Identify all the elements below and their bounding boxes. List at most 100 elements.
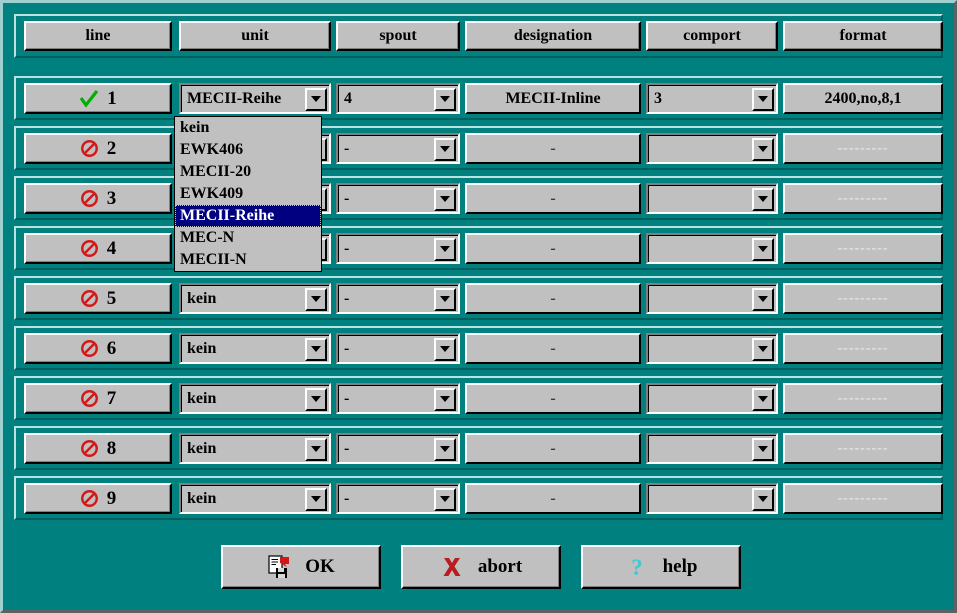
unit-dropdown-option[interactable]: MEC-N xyxy=(175,227,321,249)
format-value: --------- xyxy=(837,490,889,506)
designation-field-1[interactable]: MECII-Inline xyxy=(465,83,641,114)
abort-button[interactable]: abort xyxy=(401,545,561,589)
format-field-7[interactable]: --------- xyxy=(783,383,943,414)
format-value: --------- xyxy=(837,190,889,206)
row-toggle-button-7[interactable]: 7 xyxy=(24,383,172,414)
row-toggle-button-6[interactable]: 6 xyxy=(24,333,172,364)
unit-combobox-1[interactable]: MECII-Reihe xyxy=(179,83,331,114)
row-toggle-button-5[interactable]: 5 xyxy=(24,283,172,314)
svg-text:?: ? xyxy=(631,555,643,579)
chevron-down-icon[interactable] xyxy=(305,387,327,411)
chevron-down-icon[interactable] xyxy=(752,137,774,161)
table-header-row: line unit spout designation comport form… xyxy=(14,14,943,58)
unit-combobox-5[interactable]: kein xyxy=(179,283,331,314)
format-field-1[interactable]: 2400,no,8,1 xyxy=(783,83,943,114)
comport-combobox-7[interactable] xyxy=(646,383,778,414)
table-row: 5 kein - - --------- xyxy=(14,276,943,320)
row-toggle-button-2[interactable]: 2 xyxy=(24,133,172,164)
cross-icon xyxy=(440,555,464,579)
chevron-down-icon[interactable] xyxy=(752,187,774,211)
chevron-down-icon[interactable] xyxy=(305,437,327,461)
designation-field-7[interactable]: - xyxy=(465,383,641,414)
column-header-spout[interactable]: spout xyxy=(336,21,460,51)
unit-dropdown-list[interactable]: kein EWK406 MECII-20 EWK409 MECII-Reihe MEC-N… xyxy=(174,116,322,272)
designation-field-8[interactable]: - xyxy=(465,433,641,464)
chevron-down-icon[interactable] xyxy=(434,337,456,361)
chevron-down-icon[interactable] xyxy=(434,237,456,261)
row-toggle-button-4[interactable]: 4 xyxy=(24,233,172,264)
chevron-down-icon[interactable] xyxy=(752,487,774,511)
spout-combobox-3[interactable]: - xyxy=(336,183,460,214)
designation-field-3[interactable]: - xyxy=(465,183,641,214)
column-header-line[interactable]: line xyxy=(24,21,172,51)
chevron-down-icon[interactable] xyxy=(434,437,456,461)
column-header-comport[interactable]: comport xyxy=(646,21,778,51)
chevron-down-icon[interactable] xyxy=(434,137,456,161)
row-toggle-button-8[interactable]: 8 xyxy=(24,433,172,464)
unit-combobox-8[interactable]: kein xyxy=(179,433,331,464)
unit-dropdown-option[interactable]: MECII-N xyxy=(175,249,321,271)
spout-combobox-4[interactable]: - xyxy=(336,233,460,264)
chevron-down-icon[interactable] xyxy=(434,287,456,311)
comport-combobox-3[interactable] xyxy=(646,183,778,214)
spout-combobox-5[interactable]: - xyxy=(336,283,460,314)
unit-dropdown-option[interactable]: MECII-Reihe xyxy=(175,205,321,227)
designation-field-5[interactable]: - xyxy=(465,283,641,314)
unit-dropdown-option[interactable]: EWK406 xyxy=(175,139,321,161)
format-field-8[interactable]: --------- xyxy=(783,433,943,464)
unit-combobox-6[interactable]: kein xyxy=(179,333,331,364)
chevron-down-icon[interactable] xyxy=(752,337,774,361)
chevron-down-icon[interactable] xyxy=(305,87,327,111)
comport-combobox-6[interactable] xyxy=(646,333,778,364)
column-header-format[interactable]: format xyxy=(783,21,943,51)
unit-dropdown-option[interactable]: kein xyxy=(175,117,321,139)
comport-combobox-5[interactable] xyxy=(646,283,778,314)
column-header-designation[interactable]: designation xyxy=(465,21,641,51)
format-value: --------- xyxy=(837,390,889,406)
column-header-unit[interactable]: unit xyxy=(179,21,331,51)
row-toggle-button-1[interactable]: 1 xyxy=(24,83,172,114)
chevron-down-icon[interactable] xyxy=(434,387,456,411)
table-row: 7 kein - - --------- xyxy=(14,376,943,420)
chevron-down-icon[interactable] xyxy=(305,287,327,311)
comport-combobox-9[interactable] xyxy=(646,483,778,514)
format-field-6[interactable]: --------- xyxy=(783,333,943,364)
spout-combobox-1[interactable]: 4 xyxy=(336,83,460,114)
spout-combobox-7[interactable]: - xyxy=(336,383,460,414)
designation-field-6[interactable]: - xyxy=(465,333,641,364)
spout-combobox-8[interactable]: - xyxy=(336,433,460,464)
chevron-down-icon[interactable] xyxy=(434,487,456,511)
help-button[interactable]: ? help xyxy=(581,545,741,589)
format-field-4[interactable]: --------- xyxy=(783,233,943,264)
format-field-5[interactable]: --------- xyxy=(783,283,943,314)
chevron-down-icon[interactable] xyxy=(752,387,774,411)
chevron-down-icon[interactable] xyxy=(434,187,456,211)
spout-combobox-2[interactable]: - xyxy=(336,133,460,164)
spout-combobox-9[interactable]: - xyxy=(336,483,460,514)
designation-field-4[interactable]: - xyxy=(465,233,641,264)
designation-field-2[interactable]: - xyxy=(465,133,641,164)
chevron-down-icon[interactable] xyxy=(305,487,327,511)
unit-combobox-9[interactable]: kein xyxy=(179,483,331,514)
row-toggle-button-3[interactable]: 3 xyxy=(24,183,172,214)
row-toggle-button-9[interactable]: 9 xyxy=(24,483,172,514)
format-field-9[interactable]: --------- xyxy=(783,483,943,514)
comport-combobox-2[interactable] xyxy=(646,133,778,164)
chevron-down-icon[interactable] xyxy=(752,437,774,461)
chevron-down-icon[interactable] xyxy=(752,87,774,111)
chevron-down-icon[interactable] xyxy=(305,337,327,361)
chevron-down-icon[interactable] xyxy=(752,287,774,311)
chevron-down-icon[interactable] xyxy=(752,237,774,261)
ok-button[interactable]: OK xyxy=(221,545,381,589)
unit-dropdown-option[interactable]: MECII-20 xyxy=(175,161,321,183)
unit-dropdown-option[interactable]: EWK409 xyxy=(175,183,321,205)
comport-combobox-1[interactable]: 3 xyxy=(646,83,778,114)
comport-combobox-4[interactable] xyxy=(646,233,778,264)
unit-combobox-7[interactable]: kein xyxy=(179,383,331,414)
format-field-2[interactable]: --------- xyxy=(783,133,943,164)
format-field-3[interactable]: --------- xyxy=(783,183,943,214)
comport-combobox-8[interactable] xyxy=(646,433,778,464)
chevron-down-icon[interactable] xyxy=(434,87,456,111)
designation-field-9[interactable]: - xyxy=(465,483,641,514)
spout-combobox-6[interactable]: - xyxy=(336,333,460,364)
